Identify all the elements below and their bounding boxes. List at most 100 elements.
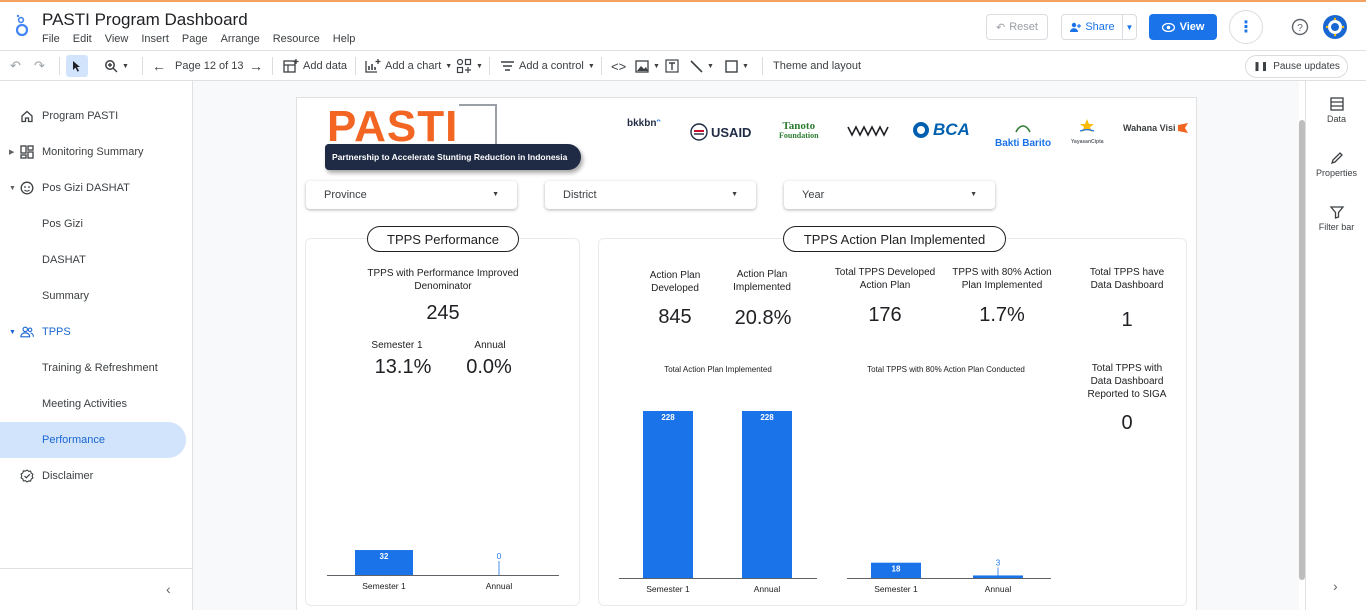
- menu-help[interactable]: Help: [333, 33, 356, 45]
- bar-value-label: 228: [661, 413, 675, 422]
- partner-logo-bakti-barito: Bakti Barito: [995, 120, 1051, 149]
- redo-icon[interactable]: ↷: [34, 51, 45, 81]
- bar-semester-1[interactable]: [643, 411, 693, 578]
- province-filter[interactable]: Province ▼: [306, 181, 517, 209]
- add-control-button[interactable]: Add a control ▼: [500, 51, 595, 81]
- sidebar-item-training-refreshment[interactable]: Training & Refreshment: [0, 350, 186, 386]
- kpi-value-tpps-80-implemented: 1.7%: [979, 304, 1025, 326]
- toolbar-divider: [59, 57, 60, 75]
- editor-toolbar: ↶ ↷ ▼ ← Page 12 of 13 → Add data Add a c…: [0, 50, 1366, 81]
- menu-resource[interactable]: Resource: [273, 33, 320, 45]
- bar-annual[interactable]: [742, 411, 792, 578]
- menu-view[interactable]: View: [105, 33, 129, 45]
- zoom-icon[interactable]: ▼: [104, 51, 129, 81]
- chevron-down-icon: ▼: [653, 62, 660, 70]
- action-plan-implemented-bar-chart: 228 Semester 1 228 Annual: [619, 411, 817, 594]
- kpi-label-action-plan-developed: Action Plan Developed: [649, 270, 701, 294]
- denominator-label: TPPS with Performance Improved Denominat…: [367, 268, 519, 292]
- sidebar-item-monitoring-summary[interactable]: ▶ Monitoring Summary: [0, 134, 186, 170]
- sidebar-item-summary[interactable]: Summary: [0, 278, 186, 314]
- right-side-panel: Data Properties Filter bar: [1305, 81, 1366, 610]
- community-viz-button[interactable]: ▼: [456, 51, 483, 81]
- pages-sidebar: Program PASTI ▶ Monitoring Summary ▼ Pos…: [0, 81, 193, 610]
- line-button[interactable]: ▼: [690, 51, 714, 81]
- person-add-icon: [1070, 22, 1082, 32]
- reset-button[interactable]: ↶ Reset: [986, 14, 1048, 40]
- add-data-icon: [283, 59, 299, 73]
- text-box-icon[interactable]: [665, 51, 679, 81]
- menu-edit[interactable]: Edit: [73, 33, 92, 45]
- menu-page[interactable]: Page: [182, 33, 208, 45]
- sidebar-item-dashat[interactable]: DASHAT: [0, 242, 186, 278]
- sidebar-item-pos-gizi-dashat[interactable]: ▼ Pos Gizi DASHAT: [0, 170, 186, 206]
- menu-insert[interactable]: Insert: [141, 33, 169, 45]
- partner-logo-tanoto: Tanoto Foundation: [779, 120, 819, 141]
- data-table-icon: [1329, 97, 1344, 111]
- toolbar-divider: [272, 57, 273, 75]
- rectangle-icon: [725, 59, 738, 73]
- add-chart-button[interactable]: Add a chart ▼: [365, 51, 452, 81]
- select-cursor-icon[interactable]: [66, 55, 88, 77]
- menu-arrange[interactable]: Arrange: [221, 33, 260, 45]
- report-title[interactable]: PASTI Program Dashboard: [42, 10, 248, 30]
- undo-icon: ↶: [996, 21, 1006, 34]
- sidebar-item-meeting-activities[interactable]: Meeting Activities: [0, 386, 186, 422]
- embed-code-icon[interactable]: <>: [611, 51, 626, 81]
- shape-button[interactable]: ▼: [725, 51, 749, 81]
- share-dropdown-icon[interactable]: ▼: [1122, 15, 1136, 39]
- next-page-icon[interactable]: →: [249, 51, 263, 81]
- view-button[interactable]: View: [1149, 14, 1217, 40]
- theme-layout-button[interactable]: Theme and layout: [773, 51, 861, 81]
- filter-bar-button[interactable]: Filter bar: [1306, 204, 1366, 232]
- chevron-right-icon[interactable]: ›: [1333, 578, 1338, 594]
- chevron-down-icon: ▼: [445, 62, 453, 70]
- toolbar-divider: [142, 57, 143, 75]
- data-panel-button[interactable]: Data: [1306, 96, 1366, 124]
- page-indicator[interactable]: Page 12 of 13: [175, 51, 244, 81]
- share-button[interactable]: Share ▼: [1061, 14, 1137, 40]
- menu-bar: File Edit View Insert Page Arrange Resou…: [42, 33, 368, 45]
- bar-value-label: 0: [497, 552, 502, 561]
- bca-emblem-icon: [913, 122, 929, 138]
- prev-page-icon[interactable]: ←: [152, 51, 166, 81]
- partner-logo-bkkbn: bkkbnᵔ: [627, 118, 661, 129]
- chevron-down-icon[interactable]: ▼: [9, 185, 16, 192]
- properties-panel-button[interactable]: Properties: [1306, 150, 1366, 178]
- annual-value: 0.0%: [466, 356, 512, 378]
- chevron-right-icon[interactable]: ▶: [9, 148, 14, 156]
- dropdown-arrow-icon: ▼: [731, 191, 738, 198]
- kpi-value-tpps-reported-siga: 0: [1121, 412, 1133, 434]
- logo-tagline: Partnership to Accelerate Stunting Reduc…: [325, 144, 581, 170]
- chevron-down-icon[interactable]: ▼: [9, 329, 16, 336]
- district-filter[interactable]: District ▼: [545, 181, 756, 209]
- image-button[interactable]: ▼: [635, 51, 660, 81]
- sidebar-item-disclaimer[interactable]: Disclaimer: [0, 458, 186, 494]
- control-filter-icon: [501, 61, 514, 71]
- dashboard-icon: [20, 145, 34, 159]
- usaid-seal-icon: [690, 123, 708, 141]
- add-data-button[interactable]: Add data: [283, 51, 347, 81]
- annual-label: Annual: [474, 340, 506, 351]
- cipta-star-icon: [1080, 119, 1095, 132]
- menu-file[interactable]: File: [42, 33, 60, 45]
- looker-studio-logo-icon[interactable]: [14, 14, 30, 38]
- x-axis-tick-label: Annual: [985, 584, 1012, 594]
- pause-updates-button[interactable]: ❚❚ Pause updates: [1245, 55, 1348, 78]
- more-options-icon[interactable]: ⋮: [1229, 10, 1263, 44]
- bar-value-label: 32: [380, 552, 389, 561]
- avatar[interactable]: [1323, 15, 1347, 39]
- collapse-sidebar-icon[interactable]: ‹: [166, 581, 171, 597]
- sidebar-item-pos-gizi[interactable]: Pos Gizi: [0, 206, 186, 242]
- sidebar-item-tpps[interactable]: ▼ TPPS: [0, 314, 186, 350]
- undo-icon[interactable]: ↶: [10, 51, 21, 81]
- sidebar-item-performance[interactable]: Performance: [0, 422, 186, 458]
- sidebar-item-program-pasti[interactable]: Program PASTI: [0, 98, 186, 134]
- kpi-label-tpps-data-dashboard: Total TPPS have Data Dashboard: [1089, 267, 1165, 291]
- help-icon[interactable]: ?: [1289, 16, 1311, 38]
- report-page: PASTI Partnership to Accelerate Stunting…: [296, 97, 1197, 610]
- title-bar: PASTI Program Dashboard File Edit View I…: [0, 0, 1366, 50]
- logo-frame: [459, 104, 497, 144]
- pause-icon: ❚❚: [1253, 61, 1269, 71]
- toolbar-divider: [601, 57, 602, 75]
- year-filter[interactable]: Year ▼: [784, 181, 995, 209]
